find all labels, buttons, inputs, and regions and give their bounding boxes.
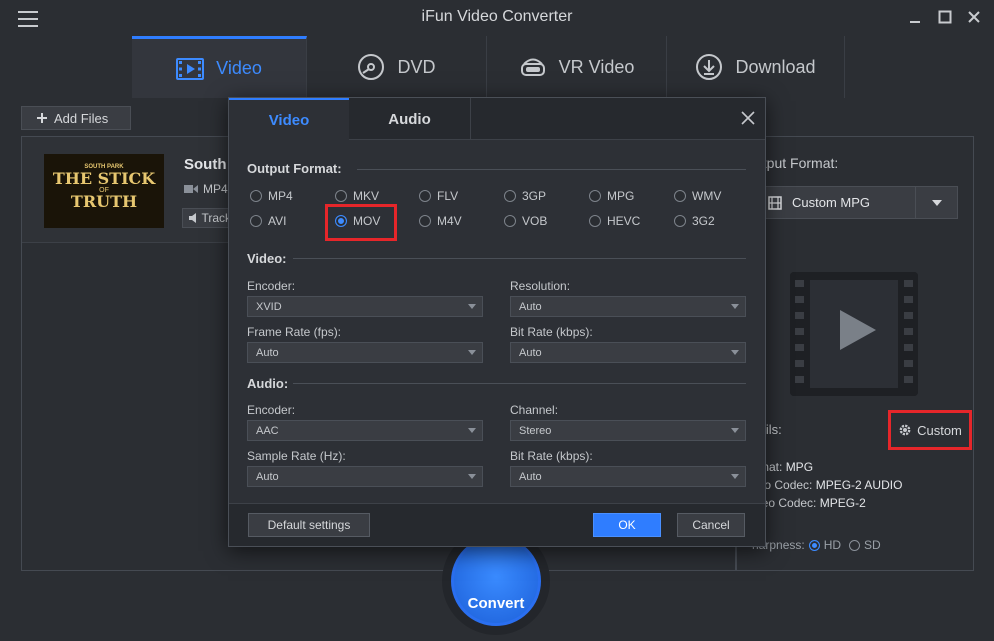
audio-bitrate-select[interactable]: Auto xyxy=(510,466,746,487)
tab-download[interactable]: Download xyxy=(667,36,845,98)
audio-encoder-select[interactable]: AAC xyxy=(247,420,483,441)
convert-button[interactable]: Convert xyxy=(451,536,541,626)
tab-dvd-label: DVD xyxy=(397,56,436,77)
format-radio-flv[interactable]: FLV xyxy=(419,189,458,203)
format-radio-mov[interactable]: MOV xyxy=(335,214,380,228)
download-icon xyxy=(696,54,723,80)
format-radio-hevc[interactable]: HEVC xyxy=(589,214,640,228)
video-section-title: Video: xyxy=(247,251,287,266)
thumbnail-text-line4: TRUTH xyxy=(70,192,138,211)
file-format: MP4 xyxy=(184,182,228,196)
thumbnail-text-line2: THE STICK xyxy=(52,169,156,188)
video-bitrate-label: Bit Rate (kbps): xyxy=(510,325,593,339)
format-radio-3gp[interactable]: 3GP xyxy=(504,189,546,203)
plus-icon xyxy=(37,113,47,123)
frame-rate-label: Frame Rate (fps): xyxy=(247,325,342,339)
convert-label: Convert xyxy=(467,594,525,612)
chevron-down-icon xyxy=(468,304,476,309)
sharpness-hd-radio[interactable] xyxy=(808,539,820,551)
audio-encoder-label: Encoder: xyxy=(247,403,296,417)
chevron-down-icon xyxy=(731,428,739,433)
chevron-down-icon[interactable] xyxy=(915,187,957,218)
dialog-close-icon[interactable] xyxy=(737,107,759,129)
format-radio-mpg[interactable]: MPG xyxy=(589,189,634,203)
app-title: iFun Video Converter xyxy=(421,8,573,25)
minimize-icon[interactable] xyxy=(904,6,926,28)
video-thumbnail: SOUTH PARK THE STICK OF TRUTH xyxy=(44,154,164,228)
video-preview-icon xyxy=(790,272,918,396)
sharpness-sd-radio[interactable] xyxy=(849,539,861,551)
close-window-icon[interactable] xyxy=(963,6,985,28)
output-format-title: Output Format: xyxy=(247,161,342,176)
chevron-down-icon xyxy=(731,350,739,355)
audio-track-button[interactable]: Track xyxy=(182,208,232,228)
maximize-icon[interactable] xyxy=(934,6,956,28)
channel-label: Channel: xyxy=(510,403,559,417)
output-format-value: Custom MPG xyxy=(792,195,871,210)
video-encoder-label: Encoder: xyxy=(247,279,296,293)
tab-download-label: Download xyxy=(735,56,816,77)
output-format-select[interactable]: Custom MPG xyxy=(755,186,958,219)
resolution-label: Resolution: xyxy=(510,279,571,293)
add-files-label: Add Files xyxy=(54,110,109,126)
dialog-tab-video-label: Video xyxy=(268,111,310,129)
output-format-label: utput Format: xyxy=(755,155,839,171)
tab-vr-video-label: VR Video xyxy=(558,56,635,77)
video-encoder-select[interactable]: XVID xyxy=(247,296,483,317)
ok-button[interactable]: OK xyxy=(593,513,661,537)
video-bitrate-select[interactable]: Auto xyxy=(510,342,746,363)
sample-rate-select[interactable]: Auto xyxy=(247,466,483,487)
tab-video[interactable]: Video xyxy=(132,36,307,98)
format-radio-vob[interactable]: VOB xyxy=(504,214,547,228)
camera-icon xyxy=(184,185,198,193)
cancel-button[interactable]: Cancel xyxy=(677,513,745,537)
tab-video-label: Video xyxy=(216,58,262,78)
sharpness-hd-label: HD xyxy=(823,538,842,552)
chevron-down-icon xyxy=(468,428,476,433)
custom-settings-button[interactable]: Custom xyxy=(888,410,972,450)
dialog-tab-audio[interactable]: Audio xyxy=(349,98,471,140)
file-name: South xyxy=(184,156,227,173)
format-preview xyxy=(790,272,918,396)
format-radio-3g2[interactable]: 3G2 xyxy=(674,214,715,228)
disc-icon xyxy=(358,54,385,80)
section-divider xyxy=(357,169,746,170)
speaker-icon xyxy=(189,213,196,223)
audio-track-label: Track xyxy=(201,211,231,225)
format-radio-m4v[interactable]: M4V xyxy=(419,214,462,228)
format-radio-mp4[interactable]: MP4 xyxy=(250,189,293,203)
file-format-label: MP4 xyxy=(203,182,228,196)
section-divider xyxy=(293,258,746,259)
audio-section-title: Audio: xyxy=(247,376,289,391)
format-radio-mkv[interactable]: MKV xyxy=(335,189,379,203)
default-settings-button[interactable]: Default settings xyxy=(248,513,370,537)
format-radio-avi[interactable]: AVI xyxy=(250,214,286,228)
detail-video-codec: deo Codec: MPEG-2 xyxy=(755,496,866,510)
chevron-down-icon xyxy=(731,474,739,479)
chevron-down-icon xyxy=(468,474,476,479)
sharpness-sd-label: SD xyxy=(864,538,881,552)
channel-select[interactable]: Stereo xyxy=(510,420,746,441)
tab-vr-video[interactable]: VR Video xyxy=(487,36,667,98)
sample-rate-label: Sample Rate (Hz): xyxy=(247,449,346,463)
add-files-button[interactable]: Add Files xyxy=(21,106,131,130)
custom-settings-label: Custom xyxy=(917,422,962,438)
vr-headset-icon xyxy=(520,58,545,76)
gear-icon xyxy=(899,424,911,436)
audio-bitrate-label: Bit Rate (kbps): xyxy=(510,449,593,463)
tab-dvd[interactable]: DVD xyxy=(307,36,487,98)
chevron-down-icon xyxy=(468,350,476,355)
resolution-select[interactable]: Auto xyxy=(510,296,746,317)
chevron-down-icon xyxy=(731,304,739,309)
section-divider xyxy=(293,383,746,384)
frame-rate-select[interactable]: Auto xyxy=(247,342,483,363)
dialog-tab-audio-label: Audio xyxy=(388,110,431,128)
film-icon xyxy=(768,195,782,210)
sharpness-options: harpness: HD SD xyxy=(752,538,881,552)
dialog-tab-video[interactable]: Video xyxy=(229,98,349,140)
video-icon xyxy=(176,57,205,80)
detail-audio-codec: dio Codec: MPEG-2 AUDIO xyxy=(755,478,903,492)
format-radio-wmv[interactable]: WMV xyxy=(674,189,721,203)
